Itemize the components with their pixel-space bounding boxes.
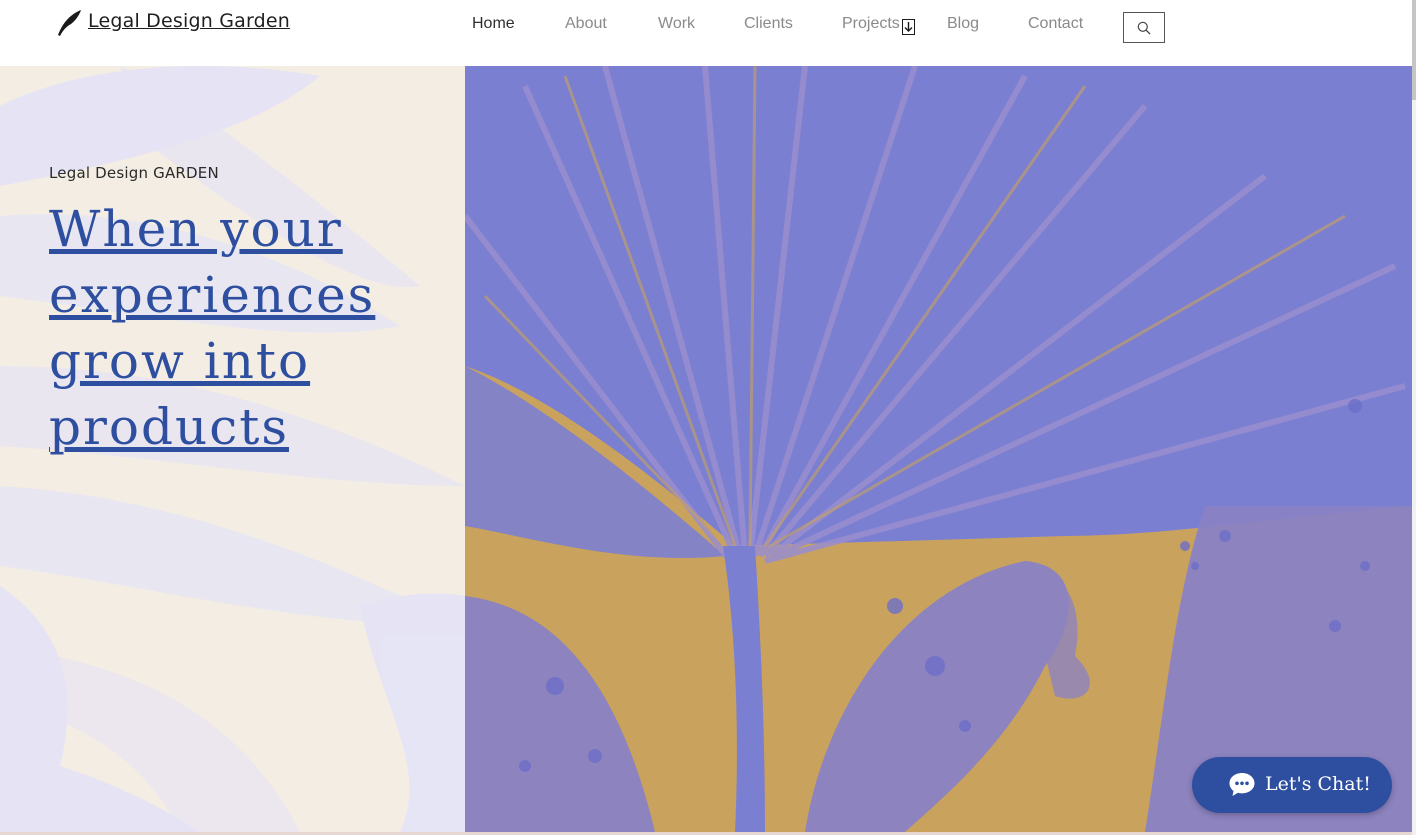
search-button[interactable]: [1123, 12, 1165, 43]
site-title-link[interactable]: Legal Design Garden: [88, 10, 290, 32]
chat-button[interactable]: Let's Chat!: [1192, 757, 1392, 813]
chevron-down-icon[interactable]: [902, 19, 915, 35]
palm-leaf-illustration: [465, 66, 1412, 832]
hero-headline-link[interactable]: When your experiences grow into products: [49, 196, 449, 460]
search-icon: [1137, 21, 1151, 35]
chat-bubble-icon: [1229, 773, 1255, 796]
nav-item-projects[interactable]: Projects: [842, 15, 900, 33]
nav-item-blog[interactable]: Blog: [947, 15, 979, 33]
nav-item-clients[interactable]: Clients: [744, 15, 793, 33]
nav-item-home[interactable]: Home: [472, 15, 515, 33]
hero-artwork: [465, 66, 1412, 832]
scrollbar-thumb[interactable]: [1412, 0, 1416, 100]
nav-item-work[interactable]: Work: [658, 15, 695, 33]
chat-button-label: Let's Chat!: [1265, 773, 1371, 795]
site-header: Legal Design Garden Home About Work Clie…: [0, 0, 1412, 66]
nav-item-about[interactable]: About: [565, 15, 607, 33]
feather-icon[interactable]: [55, 8, 83, 38]
hero-eyebrow: Legal Design GARDEN: [49, 164, 219, 182]
nav-item-contact[interactable]: Contact: [1028, 15, 1083, 33]
page-scrollbar[interactable]: [1412, 0, 1416, 835]
hero-text-panel: Legal Design GARDEN When your experience…: [0, 66, 465, 832]
